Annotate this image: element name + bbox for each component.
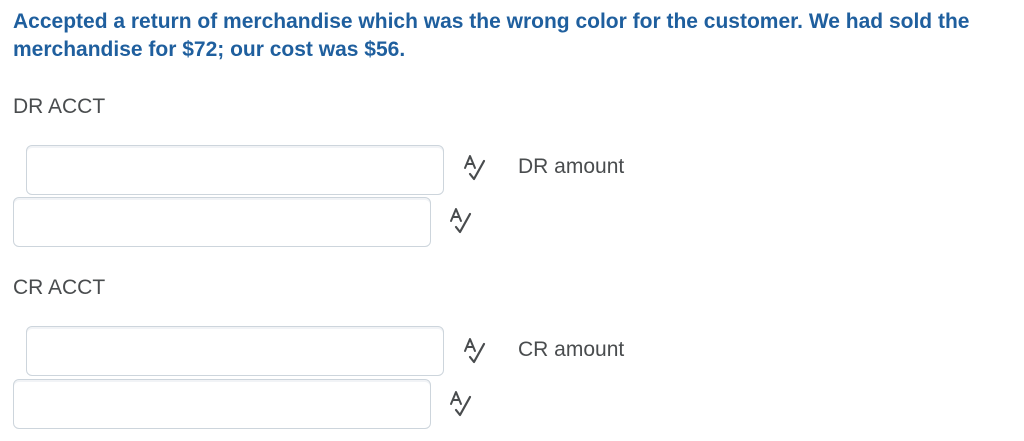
dr-amount-input[interactable]: [13, 197, 431, 247]
dr-account-input[interactable]: [26, 145, 444, 195]
cr-acct-label: CR ACCT: [13, 276, 106, 299]
spellcheck-icon[interactable]: [460, 153, 488, 183]
question-text: Accepted a return of merchandise which w…: [13, 10, 970, 61]
cr-account-input[interactable]: [26, 326, 444, 376]
spellcheck-icon[interactable]: [446, 389, 474, 419]
cr-amount-label: CR amount: [518, 338, 625, 361]
cr-amount-input[interactable]: [13, 379, 431, 429]
spellcheck-icon[interactable]: [446, 206, 474, 236]
spellcheck-icon[interactable]: [460, 336, 488, 366]
dr-acct-label: DR ACCT: [13, 95, 106, 118]
dr-amount-label: DR amount: [518, 155, 625, 178]
